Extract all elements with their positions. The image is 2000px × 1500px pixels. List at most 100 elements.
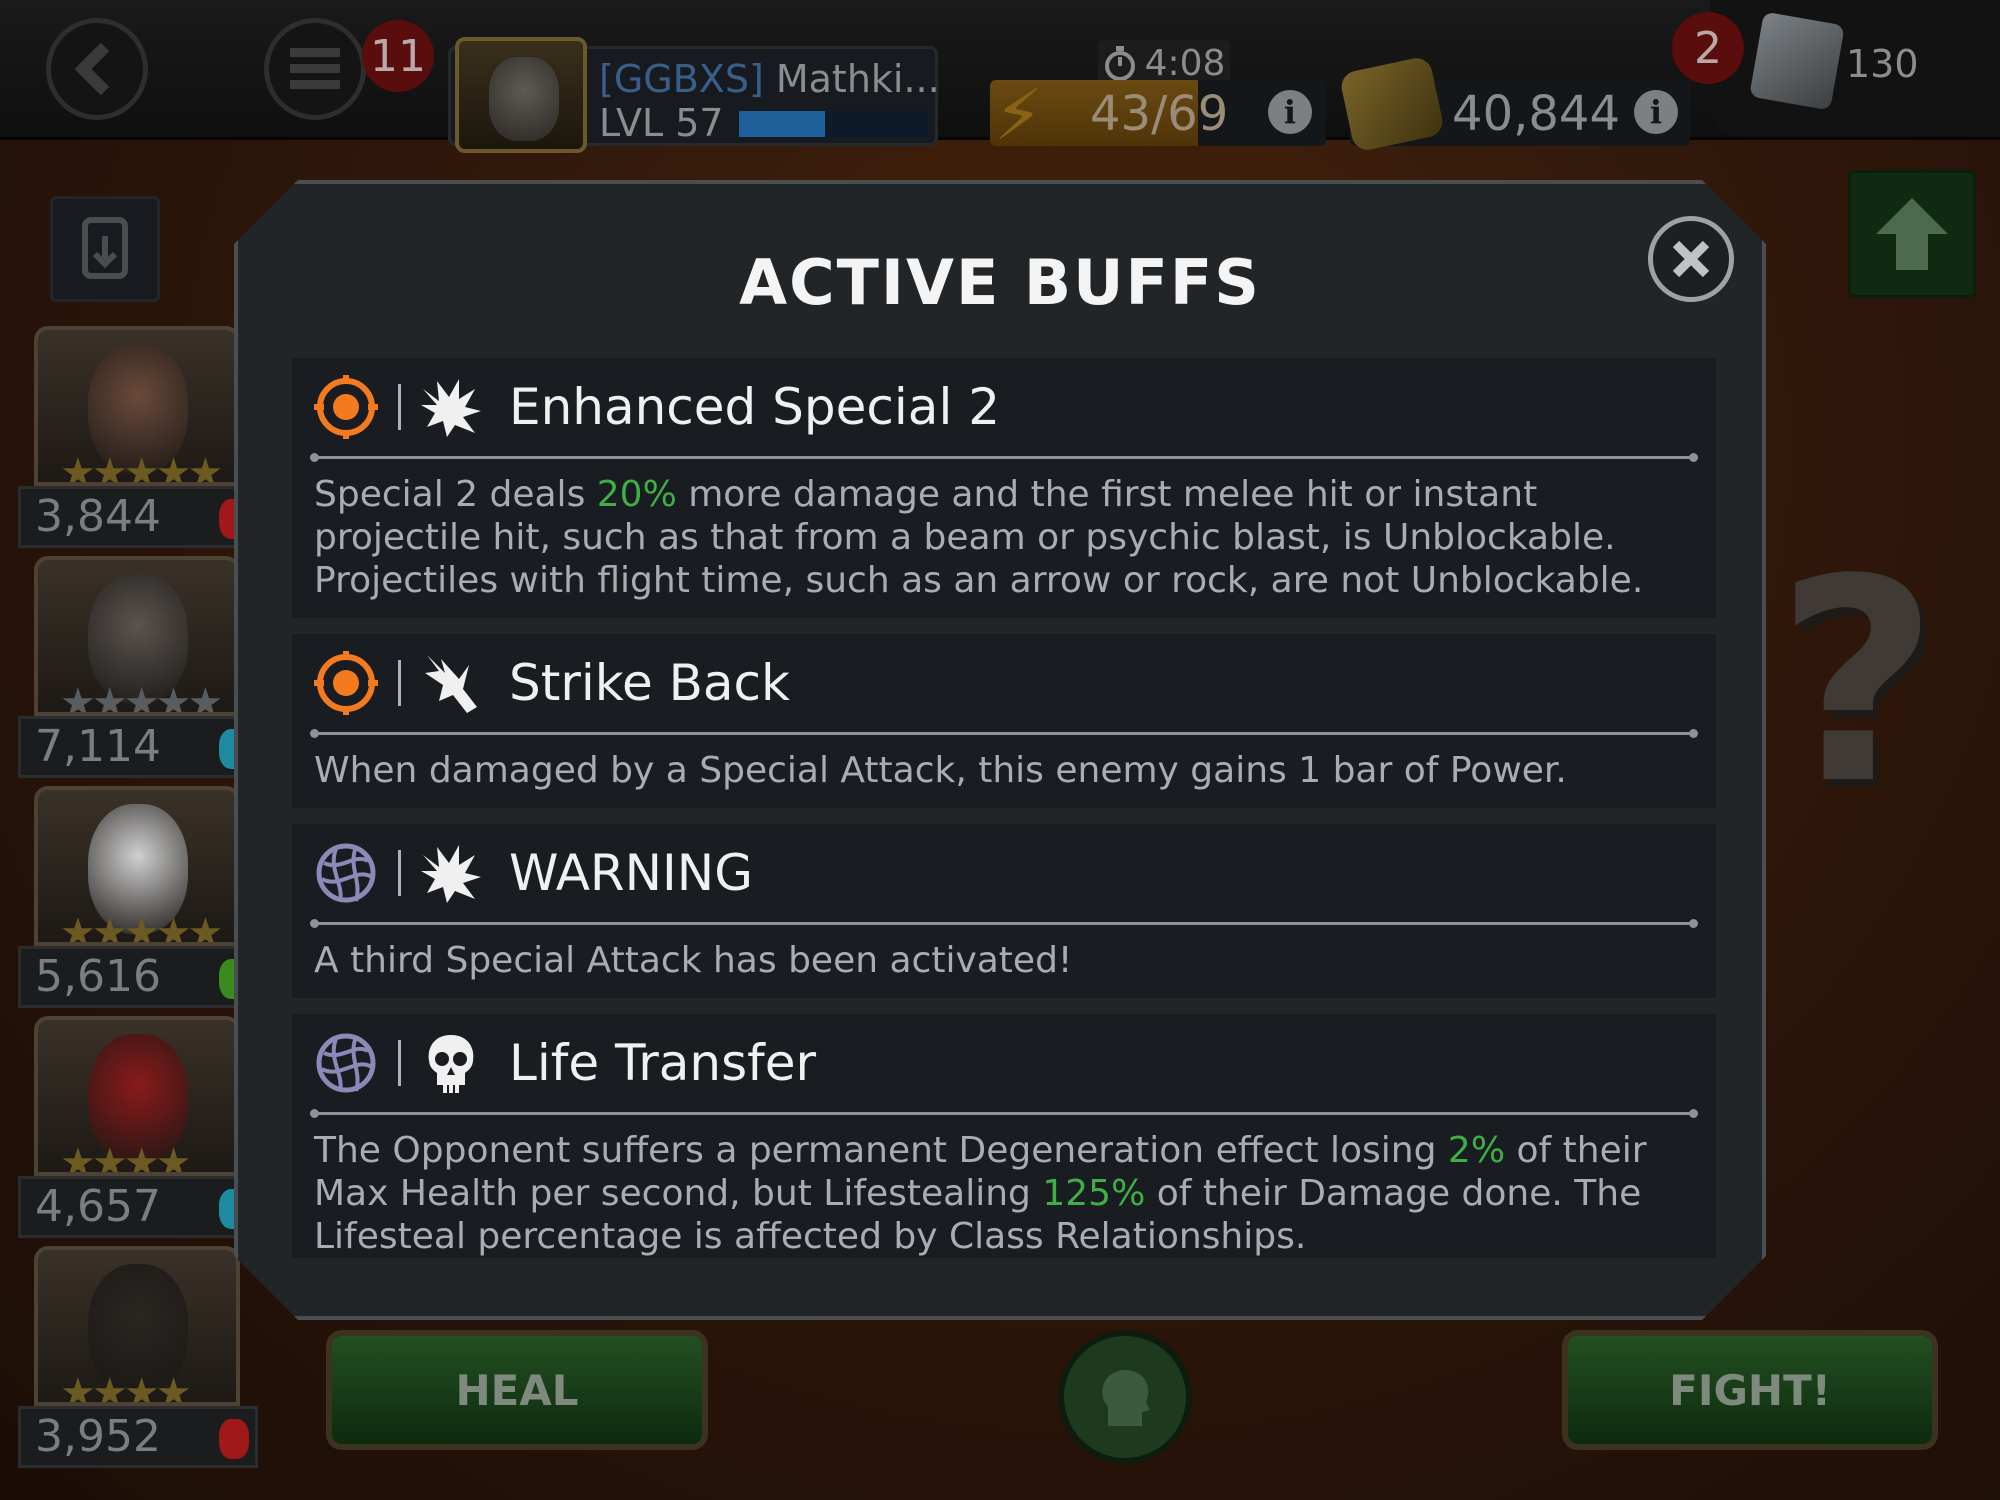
alliance-tag: [GGBXS] <box>599 57 764 101</box>
buff-description: Special 2 deals 20% more damage and the … <box>314 473 1694 602</box>
buff-name: Strike Back <box>509 654 791 712</box>
buff-header: WARNING <box>314 824 1694 922</box>
xp-bar <box>739 111 929 137</box>
fight-button[interactable]: FIGHT! <box>1562 1330 1938 1450</box>
rating-value: 7,114 <box>35 721 161 772</box>
buff-description: A third Special Attack has been activate… <box>314 939 1694 982</box>
buff-card: Strike Back When damaged by a Special Att… <box>292 634 1716 808</box>
champion-portrait: ★★★★ <box>34 1016 240 1176</box>
divider <box>314 732 1694 735</box>
champion-card[interactable]: ★★★★★ 3,844 <box>18 326 258 548</box>
buff-list[interactable]: Enhanced Special 2 Special 2 deals 20% mo… <box>292 358 1716 1258</box>
player-level: LVL 57 <box>599 101 724 145</box>
swap-icon <box>82 217 128 279</box>
buff-card: WARNING A third Special Attack has been a… <box>292 824 1716 998</box>
rating-value: 3,844 <box>35 491 161 542</box>
units-value: 130 <box>1846 42 1919 86</box>
top-bar: 11 [GGBXS] Mathki... LVL 57 4:08 43/69 i… <box>0 0 2000 156</box>
class-icon <box>219 1419 249 1459</box>
champion-rating: 5,616 <box>18 946 258 1008</box>
globe-icon <box>314 841 378 905</box>
star-rating: ★★★★ <box>60 1370 191 1406</box>
description-text: Special 2 deals <box>314 474 597 515</box>
champion-rating: 7,114 <box>18 716 258 778</box>
unit-icon <box>1749 11 1845 111</box>
champion-info-button[interactable] <box>1058 1330 1192 1464</box>
rating-value: 5,616 <box>35 951 161 1002</box>
notification-badge: 11 <box>362 20 434 92</box>
separator <box>398 660 401 706</box>
champion-portrait: ★★★★★ <box>34 326 240 486</box>
buff-card: Enhanced Special 2 Special 2 deals 20% mo… <box>292 358 1716 618</box>
separator <box>398 384 401 430</box>
units-badge: 2 <box>1672 12 1744 84</box>
star-rating: ★★★★★ <box>60 910 223 946</box>
champion-rating: 4,657 <box>18 1176 258 1238</box>
champion-portrait: ★★★★ <box>34 1246 240 1406</box>
star-rating: ★★★★★ <box>60 680 223 716</box>
skull-icon <box>419 1031 483 1095</box>
active-buffs-modal: ACTIVE BUFFS Enhanced Special 2 Special 2… <box>234 180 1766 1320</box>
champion-portrait: ★★★★★ <box>34 786 240 946</box>
energy-info-icon[interactable]: i <box>1268 90 1312 134</box>
buff-name: Enhanced Special 2 <box>509 378 1001 436</box>
separator <box>398 850 401 896</box>
champion-portrait: ★★★★★ <box>34 556 240 716</box>
profile-panel[interactable]: [GGBXS] Mathki... LVL 57 <box>448 37 940 153</box>
divider <box>314 922 1694 925</box>
buff-card: Life Transfer The Opponent suffers a perm… <box>292 1014 1716 1258</box>
heal-button[interactable]: HEAL <box>326 1330 708 1450</box>
energy-value: 43/69 <box>1090 86 1229 142</box>
description-text: The Opponent suffers a permanent Degener… <box>314 1130 1448 1171</box>
target-icon <box>314 651 378 715</box>
divider <box>314 1112 1694 1115</box>
champion-rating: 3,844 <box>18 486 258 548</box>
swap-button[interactable] <box>50 196 160 302</box>
highlight-value: 2% <box>1447 1130 1506 1171</box>
description-text: A third Special Attack has been activate… <box>314 940 1073 981</box>
menu-button[interactable] <box>264 18 366 120</box>
stopwatch-icon <box>1104 46 1135 81</box>
highlight-value: 20% <box>596 474 677 515</box>
rating-value: 3,952 <box>35 1411 161 1462</box>
champion-card[interactable]: ★★★★★ 7,114 <box>18 556 258 778</box>
buff-name: WARNING <box>509 844 753 902</box>
head-icon <box>1102 1370 1150 1426</box>
player-name: [GGBXS] Mathki... <box>599 57 940 101</box>
strike-icon <box>419 651 483 715</box>
target-icon <box>314 375 378 439</box>
buff-description: The Opponent suffers a permanent Degener… <box>314 1129 1694 1258</box>
up-arrow-icon <box>1876 198 1948 270</box>
star-rating: ★★★★ <box>60 1140 191 1176</box>
champion-card[interactable]: ★★★★ 4,657 <box>18 1016 258 1238</box>
buff-header: Strike Back <box>314 634 1694 732</box>
gold-info-icon[interactable]: i <box>1634 90 1678 134</box>
separator <box>398 1040 401 1086</box>
close-button[interactable] <box>1648 216 1734 302</box>
star-rating: ★★★★★ <box>60 450 223 486</box>
globe-icon <box>314 1031 378 1095</box>
divider <box>314 456 1694 459</box>
champion-card[interactable]: ★★★★★ 5,616 <box>18 786 258 1008</box>
upgrade-button[interactable] <box>1848 170 1976 298</box>
back-button[interactable] <box>46 18 148 120</box>
description-text: When damaged by a Special Attack, this e… <box>314 750 1567 791</box>
back-arrow-icon <box>74 42 110 96</box>
burst-icon <box>419 841 483 905</box>
player-name-text: Mathki... <box>775 57 940 101</box>
highlight-value: 125% <box>1042 1173 1146 1214</box>
timer-text: 4:08 <box>1144 42 1226 84</box>
profile-portrait <box>455 37 587 153</box>
question-mark-icon: ? <box>1776 520 1939 846</box>
close-icon <box>1666 234 1716 284</box>
rating-value: 4,657 <box>35 1181 161 1232</box>
menu-icon <box>290 48 340 89</box>
energy-bolt-icon: ⚡ <box>994 74 1044 156</box>
champion-rating: 3,952 <box>18 1406 258 1468</box>
gold-value: 40,844 <box>1452 86 1620 142</box>
buff-header: Enhanced Special 2 <box>314 358 1694 456</box>
buff-description: When damaged by a Special Attack, this e… <box>314 749 1694 792</box>
champion-card[interactable]: ★★★★ 3,952 <box>18 1246 258 1468</box>
buff-header: Life Transfer <box>314 1014 1694 1112</box>
buff-name: Life Transfer <box>509 1034 817 1092</box>
